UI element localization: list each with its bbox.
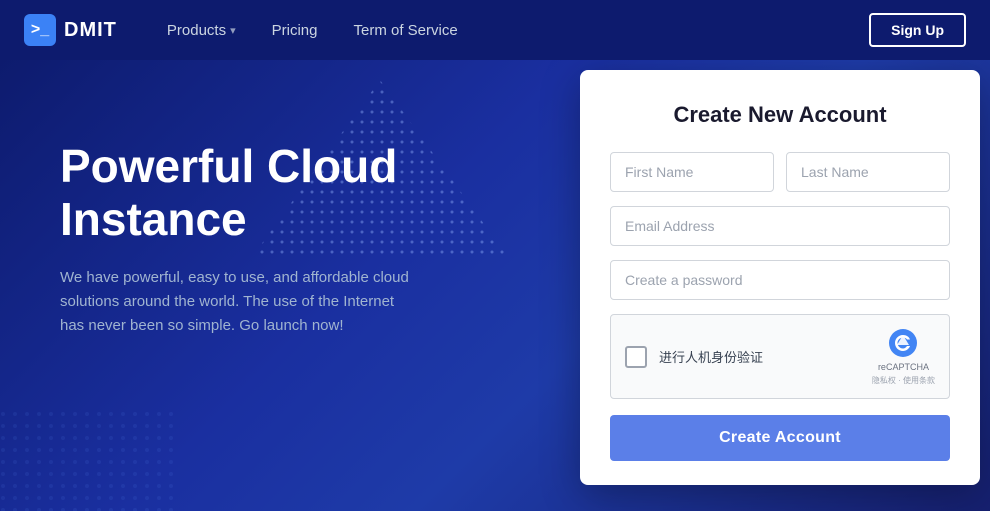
hero-content: Powerful Cloud Instance We have powerful… [0, 60, 500, 378]
navbar: >_ DMIT Products ▾ Pricing Term of Servi… [0, 0, 990, 60]
nav-tos[interactable]: Term of Service [335, 0, 475, 60]
hero-section: Powerful Cloud Instance We have powerful… [0, 60, 990, 511]
email-input[interactable] [610, 206, 950, 246]
recaptcha-box[interactable]: 进行人机身份验证 reCAPTCHA 隐私权 · 使用条款 [610, 314, 950, 399]
recaptcha-left: 进行人机身份验证 [625, 346, 763, 368]
last-name-input[interactable] [786, 152, 950, 192]
recaptcha-logo-icon [887, 327, 919, 359]
form-title: Create New Account [610, 102, 950, 128]
chevron-down-icon: ▾ [230, 24, 236, 37]
recaptcha-right: reCAPTCHA 隐私权 · 使用条款 [872, 327, 935, 386]
email-group [610, 206, 950, 246]
bottom-dots-decoration [0, 411, 180, 511]
recaptcha-checkbox[interactable] [625, 346, 647, 368]
nav-products[interactable]: Products ▾ [149, 0, 254, 60]
logo[interactable]: >_ DMIT [24, 14, 117, 46]
create-account-button[interactable]: Create Account [610, 415, 950, 461]
signup-button[interactable]: Sign Up [869, 13, 966, 47]
logo-icon: >_ [24, 14, 56, 46]
first-name-input[interactable] [610, 152, 774, 192]
password-group [610, 260, 950, 300]
navbar-right: Sign Up [869, 13, 966, 47]
recaptcha-label: 进行人机身份验证 [659, 347, 763, 366]
hero-subtitle: We have powerful, easy to use, and affor… [60, 266, 420, 338]
logo-text: DMIT [64, 19, 117, 42]
nav-links: Products ▾ Pricing Term of Service [149, 0, 869, 60]
name-row [610, 152, 950, 192]
recaptcha-privacy-text: 隐私权 · 使用条款 [872, 375, 935, 386]
hero-title: Powerful Cloud Instance [60, 140, 460, 246]
signup-form-card: Create New Account 进行人机身份验证 reCAPTCH [580, 70, 980, 485]
recaptcha-badge-text: reCAPTCHA [878, 362, 929, 372]
password-input[interactable] [610, 260, 950, 300]
nav-pricing[interactable]: Pricing [254, 0, 336, 60]
